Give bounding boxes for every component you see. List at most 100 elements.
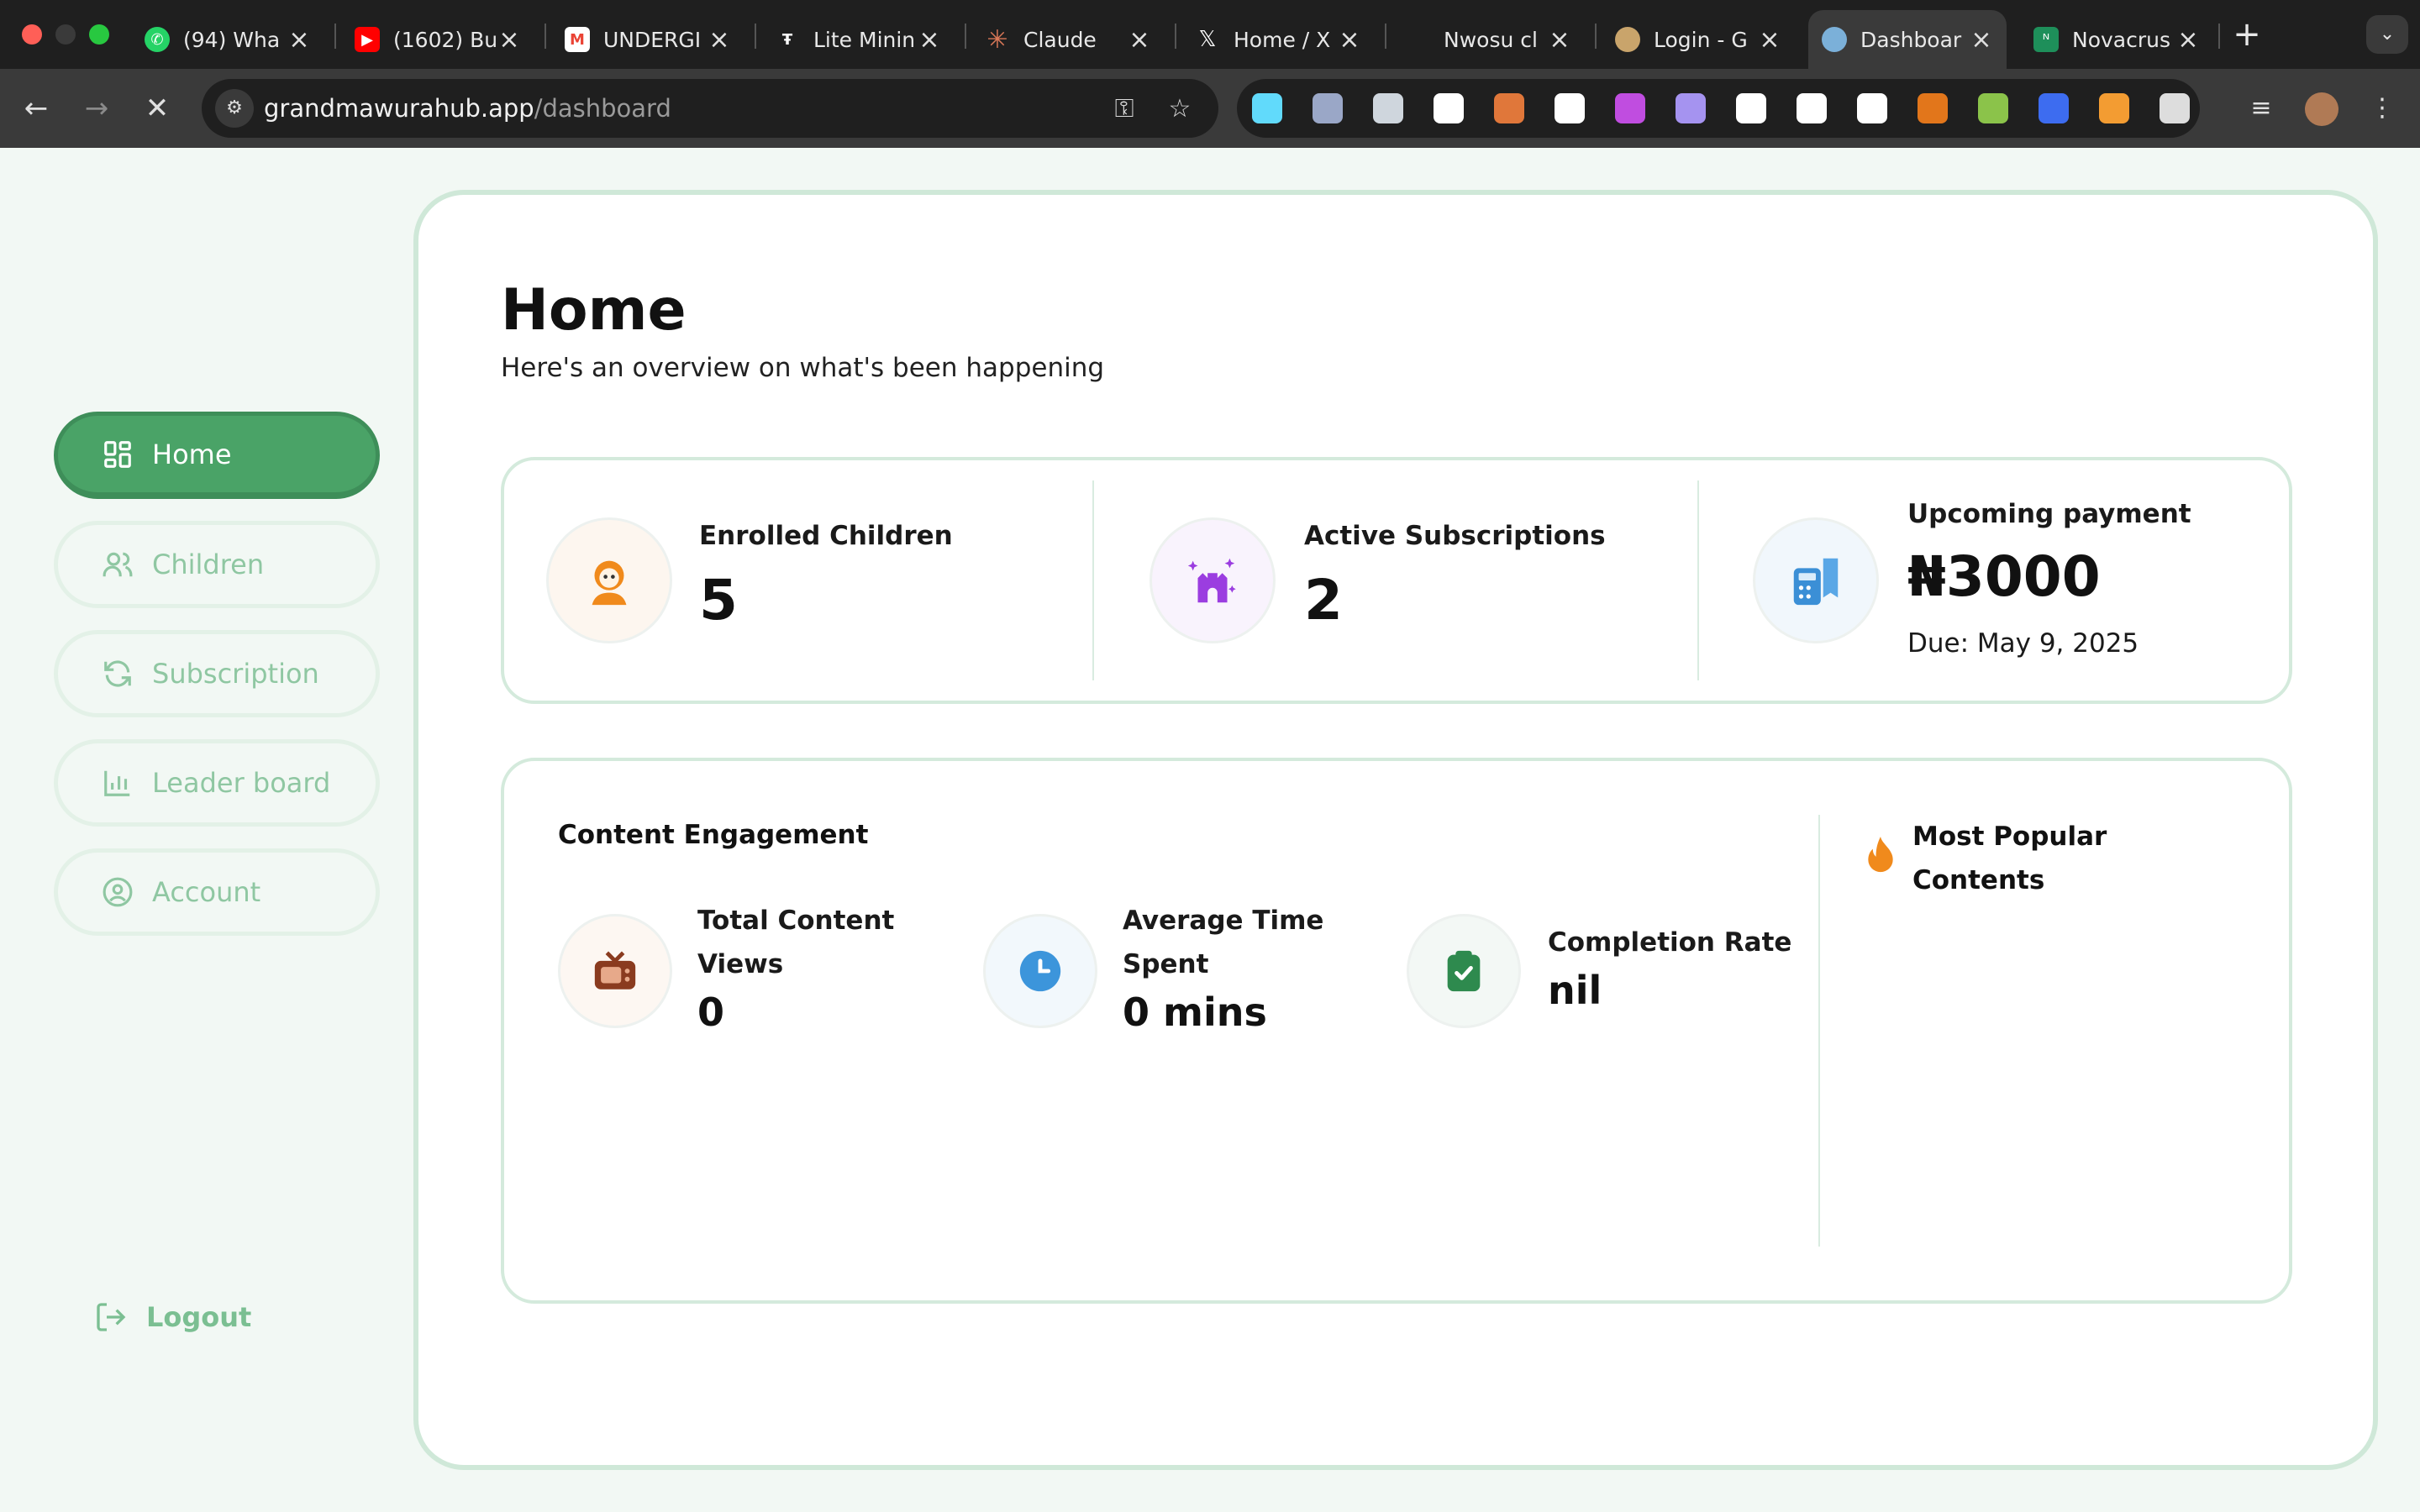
extension-icon[interactable] [1615,93,1645,123]
completion-rate-value: nil [1548,968,1602,1013]
close-tab-icon[interactable]: × [918,25,941,55]
logout-button[interactable]: Logout [94,1300,251,1334]
browser-menu-icon[interactable]: ⋮ [2363,89,2402,128]
grandma-icon [1615,27,1640,52]
average-time-icon-circle [983,914,1097,1028]
close-tab-icon[interactable]: × [497,25,521,55]
lite-mining-icon: Ŧ [781,30,793,49]
media-control-icon[interactable]: ≡ [2242,89,2281,128]
tab-separator [544,24,546,49]
engagement-divider [1818,815,1820,1247]
sidebar-item-home[interactable]: Home [54,412,380,499]
close-tab-icon[interactable]: × [2176,25,2200,55]
tab-separator [1385,24,1386,49]
page-title: Home [501,277,687,344]
youtube-icon: ▶ [355,27,380,52]
claude-icon: ✳ [986,24,1008,55]
browser-toolbar: ← → ✕ ⚙ grandmawurahub.app/dashboard ⚿ ☆… [0,69,2420,148]
active-subscriptions-label: Active Subscriptions [1304,521,1606,551]
average-time-spent-value: 0 mins [1123,990,1267,1035]
upcoming-payment-amount: ₦3000 [1907,544,2101,609]
enrolled-children-value: 5 [699,568,738,633]
close-window-button[interactable] [22,24,42,45]
maximize-window-button[interactable] [89,24,109,45]
browser-tab[interactable]: ᴺ Novacrus × [2020,10,2213,69]
extension-icon[interactable] [1676,93,1706,123]
url-text[interactable]: grandmawurahub.app/dashboard [264,94,671,123]
extension-icon[interactable] [2099,93,2129,123]
close-tab-icon[interactable]: × [1970,25,1993,55]
tab-separator [965,24,966,49]
browser-tab[interactable]: ✆ (94) Wha × [131,10,324,69]
extension-icon[interactable] [2039,93,2069,123]
total-content-views-value: 0 [697,990,725,1035]
stop-loading-button[interactable]: ✕ [138,89,176,128]
new-tab-button[interactable]: + [2230,13,2264,55]
extension-icon[interactable] [1797,93,1827,123]
extension-icon[interactable] [1252,93,1282,123]
extension-icon[interactable] [2160,93,2190,123]
browser-tab[interactable]: 𝕏 Home / X × [1181,10,1375,69]
tab-search-button[interactable]: ⌄ [2366,15,2408,54]
site-info-icon[interactable]: ⚙ [215,89,254,128]
close-tab-icon[interactable]: × [1128,25,1151,55]
close-tab-icon[interactable]: × [1338,25,1361,55]
sidebar-item-leader-board[interactable]: Leader board [54,739,380,827]
profile-avatar[interactable] [2302,89,2341,128]
castle-sparkle-icon [1187,558,1236,603]
upcoming-payment-label: Upcoming payment [1907,499,2191,529]
calculator-receipt-icon [1793,558,1839,606]
extension-icon[interactable] [1313,93,1343,123]
most-popular-contents-title: Most Popular Contents [1912,822,2107,895]
browser-tab[interactable]: Nwosu cl × [1392,10,1585,69]
extension-icon[interactable] [1736,93,1766,123]
sidebar-item-children[interactable]: Children [54,521,380,608]
bookmark-star-icon[interactable]: ☆ [1163,92,1197,126]
close-tab-icon[interactable]: × [1758,25,1781,55]
forward-button[interactable]: → [77,89,116,128]
browser-tab[interactable]: ▶ (1602) Bu × [341,10,534,69]
extension-icon[interactable] [1434,93,1464,123]
fire-icon [1862,833,1899,877]
tab-separator [334,24,336,49]
refresh-icon [104,660,131,687]
browser-tab[interactable]: Login - G × [1602,10,1795,69]
password-key-icon[interactable]: ⚿ [1107,92,1141,126]
clock-icon [1019,950,1061,992]
extension-icon[interactable] [1918,93,1948,123]
grid-icon [104,440,131,468]
enrolled-children-icon-circle [546,517,672,643]
extension-icon[interactable] [1494,93,1524,123]
browser-tab[interactable]: ✳ Claude × [971,10,1165,69]
enrolled-children-label: Enrolled Children [699,521,953,551]
browser-tab[interactable]: M UNDERGI × [551,10,744,69]
blank-icon [1405,27,1430,52]
completion-rate-label: Completion Rate [1548,927,1792,958]
back-button[interactable]: ← [17,89,55,128]
bar-chart-icon [104,770,130,796]
users-icon [103,552,133,577]
close-tab-icon[interactable]: × [287,25,311,55]
tab-separator [755,24,756,49]
address-bar[interactable]: ⚙ grandmawurahub.app/dashboard ⚿ ☆ [202,79,1218,138]
extension-icon[interactable] [1555,93,1585,123]
browser-tab-bar: ✆ (94) Wha × ▶ (1602) Bu × M UNDERGI × Ŧ… [0,0,2420,69]
tv-icon [594,951,636,990]
extension-icon[interactable] [1857,93,1887,123]
browser-tab[interactable]: Ŧ Lite Minin × [761,10,955,69]
close-tab-icon[interactable]: × [1548,25,1571,55]
sidebar-item-subscription[interactable]: Subscription [54,630,380,717]
extensions-area [1237,79,2200,138]
gmail-icon: M [565,27,590,52]
sidebar-item-account[interactable]: Account [54,848,380,936]
upcoming-payment-due-date: Due: May 9, 2025 [1907,628,2139,659]
extension-icon[interactable] [1373,93,1403,123]
minimize-window-button[interactable] [55,24,76,45]
page-subtitle: Here's an overview on what's been happen… [501,353,1105,383]
content-engagement-title: Content Engagement [558,820,869,850]
active-subscriptions-icon-circle [1150,517,1276,643]
close-tab-icon[interactable]: × [708,25,731,55]
browser-tab-active[interactable]: Dashboar × [1808,10,2007,69]
total-views-icon-circle [558,914,672,1028]
extension-icon[interactable] [1978,93,2008,123]
